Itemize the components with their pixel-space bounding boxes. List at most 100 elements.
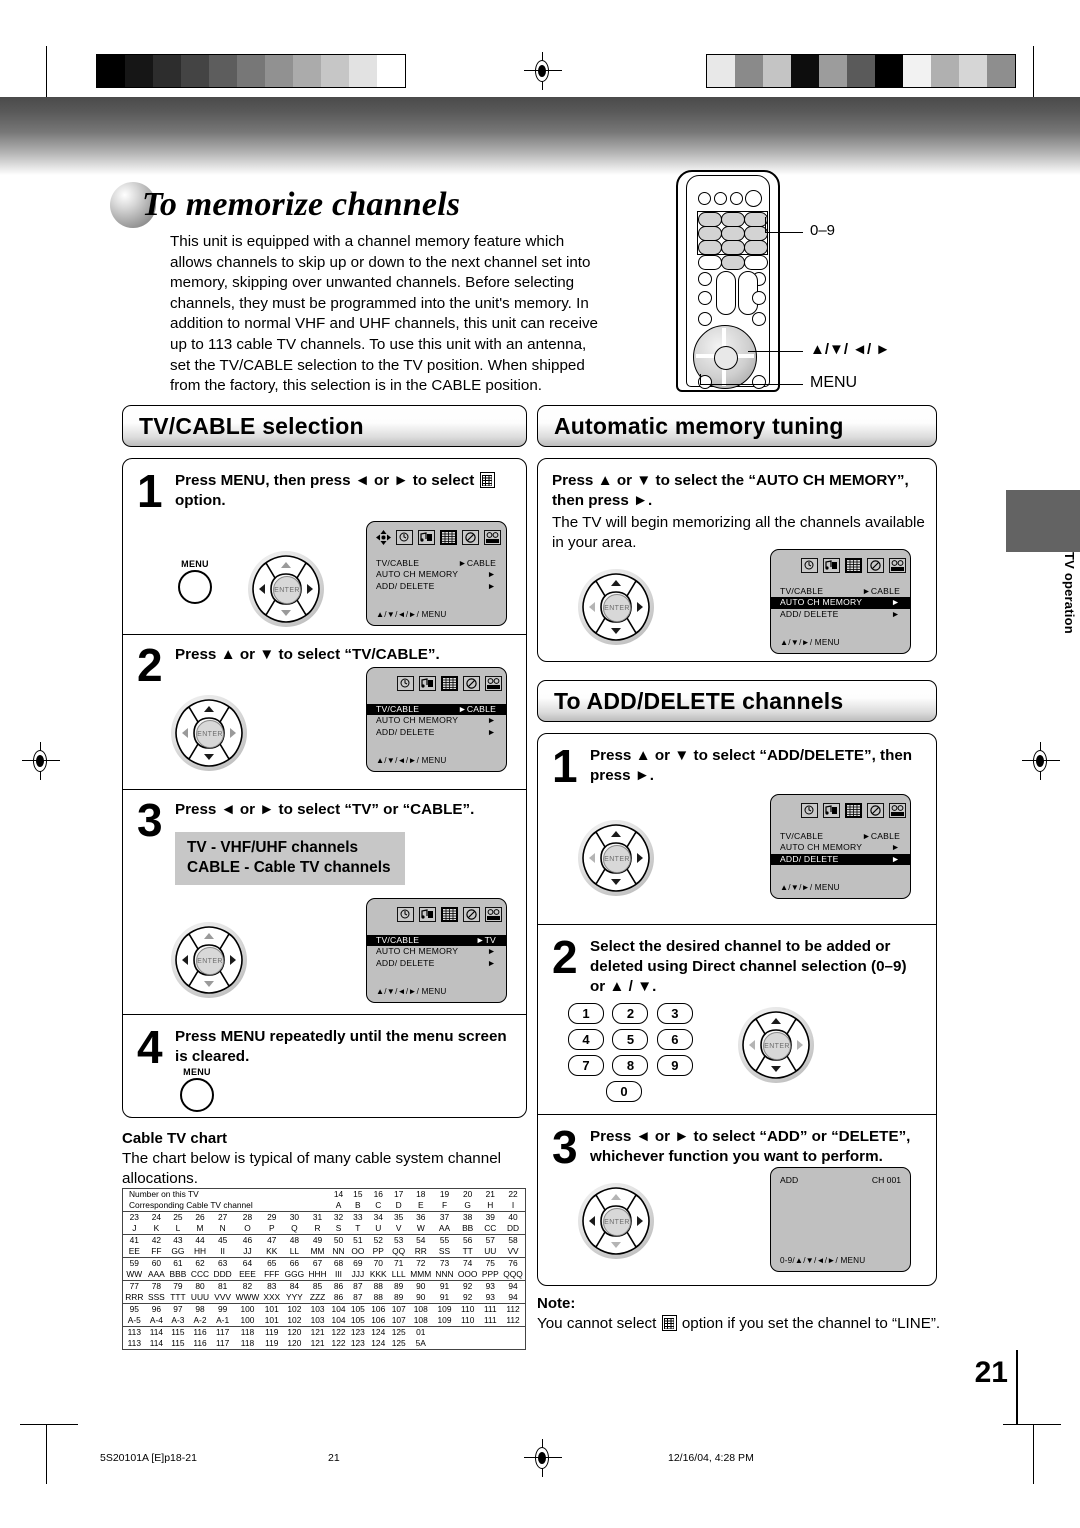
channel-grid-icon [441, 907, 458, 922]
remote-power-button [745, 190, 762, 207]
osd-menu-row-selected: AUTO CH MEMORY ► [771, 597, 910, 609]
cable-chart-cell: LL [289, 1246, 300, 1257]
cable-chart-cell: 94 [501, 1280, 526, 1292]
osd-screen-adddelete: TV/CABLE ►CABLE AUTO CH MEMORY ► ADD/ DELE… [770, 794, 911, 899]
remote-key-8 [721, 240, 745, 255]
keypad-key-7: 7 [568, 1055, 604, 1076]
menu-button-label-1: MENU [181, 559, 209, 569]
callout-leader-arrows [748, 351, 803, 353]
audio-icon [823, 803, 840, 818]
cable-chart-cell: 104 [331, 1315, 346, 1326]
remote-top-button-1 [698, 192, 711, 205]
cable-chart-cell: 102 [282, 1303, 307, 1315]
cable-chart-cell: 28 [233, 1211, 261, 1223]
cable-chart-cell: II [220, 1246, 225, 1257]
dpad-graphic-2: ENTER [171, 695, 247, 771]
osd-menu-value: ►CABLE [862, 831, 900, 841]
add-delete-step-1-number: 1 [552, 740, 578, 792]
section-header-tv-cable-label: TV/CABLE selection [139, 412, 364, 439]
cable-chart-cell: 122 [331, 1338, 346, 1349]
cable-chart-cell: VVV [214, 1292, 231, 1303]
osd-menu-list-3: TV/CABLE ►TV AUTO CH MEMORY ► ADD/ DELETE ► [367, 935, 506, 969]
section-header-add-delete: To ADD/DELETE channels [537, 680, 937, 722]
cable-chart-cell: 61 [167, 1257, 189, 1269]
cable-chart-cell: GG [171, 1246, 185, 1257]
cable-chart-cell: Q [291, 1223, 298, 1234]
cable-chart-cell: 55 [433, 1234, 456, 1246]
cable-chart-cell: 87 [353, 1292, 363, 1303]
add-delete-step-3-number: 3 [552, 1121, 578, 1173]
cable-chart-cell: 73 [433, 1257, 456, 1269]
cable-chart-cell: 98 [188, 1303, 212, 1315]
cable-chart-cell: U [375, 1223, 382, 1234]
cable-chart-cell: 107 [391, 1315, 406, 1326]
cable-chart-tv-row: 77 78 79 80 81 82 83 84 85 86 87 88 89 90 91 92 93 94 [122, 1280, 526, 1292]
cable-chart-cell: 30 [282, 1211, 307, 1223]
cable-chart-cell: 34 [367, 1211, 390, 1223]
cable-chart-cell: 104 [328, 1303, 349, 1315]
add-delete-steps-box: 1 Press ▲ or ▼ to select “ADD/DELETE”, t… [537, 733, 937, 1286]
osd-icon-row-3 [397, 907, 502, 922]
cable-chart-cable-row: RRR SSS TTT UUU VVV WWW XXX YYY ZZZ 86 87 88 89 90 91 9… [123, 1292, 526, 1304]
clock-icon [801, 803, 818, 818]
cable-chart-cell: YYY [286, 1292, 303, 1303]
keypad-row-1: 1 2 3 [568, 1003, 708, 1029]
cable-chart-cell: AA [438, 1223, 451, 1234]
cable-chart-cell: KKK [369, 1269, 387, 1280]
cable-chart-cell: 40 [501, 1211, 526, 1223]
cable-chart-cell: 90 [408, 1280, 434, 1292]
tv-cable-step-2-text: Press ▲ or ▼ to select “TV/CABLE”. [175, 646, 440, 663]
cable-chart-cell: 112 [506, 1315, 520, 1326]
gradient-band [0, 97, 1080, 175]
cable-chart-cell: 123 [348, 1326, 368, 1338]
osd-menu-label: ADD/ DELETE [780, 608, 839, 619]
remote-key-7 [698, 240, 722, 255]
cable-chart-cell: 79 [167, 1280, 189, 1292]
add-delete-step-3-text: Press ◄ or ► to select “ADD” or “DELETE”… [590, 1128, 911, 1165]
crop-mark-bl-h [20, 1424, 78, 1425]
cable-chart-cell: 63 [211, 1257, 234, 1269]
cable-chart-tv-row: 41 42 43 44 45 46 47 48 49 50 51 52 53 54 55 56 57 58 [122, 1234, 526, 1246]
osd-footer-3: ▲/▼/◄/►/ MENU [376, 987, 447, 996]
remote-top-button-3 [730, 192, 743, 205]
crop-mark-bl-v [46, 1424, 47, 1484]
osd-menu-list-2: TV/CABLE ►CABLE AUTO CH MEMORY ► ADD/ DELE… [367, 704, 506, 738]
osd-menu-row: ADD/ DELETE ► [367, 958, 506, 969]
tv-cable-steps-box: 1 Press MENU, then press ◄ or ► to selec… [122, 458, 527, 1118]
tv-cable-callout-line-1: TV - VHF/UHF channels [187, 839, 359, 856]
cable-chart-cell [501, 1326, 526, 1338]
osd-menu-value: ►TV [475, 935, 496, 945]
tv-cable-step-3: 3 Press ◄ or ► to select “TV” or “CABLE”… [123, 789, 526, 1014]
osd-menu-value: ► [487, 726, 496, 737]
keypad-row-4: 0 [568, 1081, 708, 1107]
osd-menu-value: ►CABLE [862, 586, 900, 596]
cable-chart-cell: NNN [435, 1269, 454, 1280]
cable-chart-cell: 119 [265, 1338, 279, 1349]
keypad-key-1: 1 [568, 1003, 604, 1024]
osd-menu-row: AUTO CH MEMORY ► [367, 715, 506, 726]
cable-chart-cell: 121 [310, 1338, 325, 1349]
cable-chart-cell: A-5 [127, 1315, 141, 1326]
cable-chart-cable-row: WW AAA BBB CCC DDD EEE FFF GGG HHH III JJJ KKK LLL MM… [123, 1269, 526, 1281]
greyscale-bar-left [96, 54, 406, 88]
cable-chart-cell: WW [126, 1269, 143, 1280]
callout-label-arrows: ▲/▼/ ◄/ ► [810, 341, 891, 358]
osd-menu-value: ► [487, 715, 496, 726]
channel-grid-icon [845, 803, 862, 818]
cable-chart-cell: 96 [145, 1303, 168, 1315]
cable-chart-cell: RR [414, 1246, 427, 1257]
cable-chart-cell: L [175, 1223, 181, 1234]
osd-menu-label: TV/CABLE [376, 558, 420, 568]
cable-chart-cell: 29 [260, 1211, 283, 1223]
cable-chart-cell: 95 [122, 1303, 146, 1315]
cable-chart-cell [480, 1338, 502, 1350]
vcr-icon [484, 530, 501, 545]
osd-screen-step2: TV/CABLE ►CABLE AUTO CH MEMORY ► ADD/ DELE… [366, 667, 507, 772]
osd-menu-row: AUTO CH MEMORY ► [367, 946, 506, 957]
cable-chart-cell: VV [507, 1246, 519, 1257]
cable-chart-cell: 39 [479, 1211, 502, 1223]
cable-chart-cell: 85 [306, 1280, 329, 1292]
osd-menu-value: ► [891, 842, 900, 853]
cable-chart-cell: 38 [455, 1211, 480, 1223]
cable-chart-cell: DD [506, 1223, 520, 1234]
